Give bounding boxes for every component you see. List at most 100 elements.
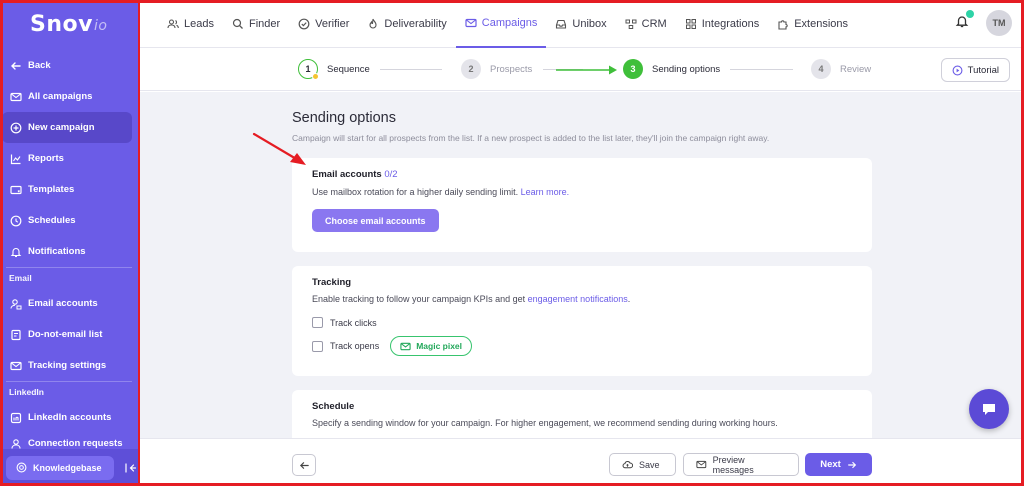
sidebar-item-label: Email accounts <box>28 298 98 309</box>
track-clicks-label: Track clicks <box>330 317 377 328</box>
page-title: Sending options <box>292 110 396 126</box>
topnav-label: Extensions <box>794 17 849 30</box>
sidebar-item-label: New campaign <box>28 122 95 133</box>
collapse-icon <box>124 462 136 473</box>
step-prospects[interactable]: 2 Prospects <box>461 59 532 79</box>
step-sequence[interactable]: 1 Sequence <box>298 59 370 80</box>
topnav-finder[interactable]: Finder <box>223 0 289 48</box>
step-warning-dot <box>312 73 319 80</box>
step-number: 2 <box>461 59 481 79</box>
mail-icon <box>10 92 22 101</box>
block-list-icon <box>11 329 21 340</box>
tracking-description: Enable tracking to follow your campaign … <box>312 294 630 304</box>
step-review[interactable]: 4 Review <box>811 59 871 79</box>
sidebar: Snov io Back All campaigns New campaign R… <box>0 0 140 486</box>
notification-badge <box>966 10 974 18</box>
cloud-icon <box>622 460 633 469</box>
clock-icon <box>10 215 22 226</box>
learn-more-link[interactable]: Learn more. <box>521 187 570 197</box>
step-label: Sequence <box>327 63 370 75</box>
topnav-leads[interactable]: Leads <box>158 0 223 48</box>
sidebar-item-reports[interactable]: Reports <box>2 143 132 174</box>
card-text: Enable tracking to follow your campaign … <box>312 294 526 304</box>
topnav-label: CRM <box>641 17 667 30</box>
email-accounts-title: Email accounts 0/2 <box>312 169 398 180</box>
notifications-button[interactable] <box>955 10 974 33</box>
sidebar-item-email-accounts[interactable]: Email accounts <box>2 288 132 319</box>
puzzle-icon <box>778 19 788 30</box>
save-label: Save <box>639 459 660 470</box>
topnav-extensions[interactable]: Extensions <box>768 0 857 48</box>
bell-icon <box>10 247 22 257</box>
green-arrow-annotation <box>556 65 617 75</box>
sidebar-item-label: LinkedIn accounts <box>28 412 112 423</box>
topnav-verifier[interactable]: Verifier <box>289 0 358 48</box>
email-accounts-count: 0/2 <box>384 169 398 180</box>
logo-text: Snov <box>30 11 93 37</box>
sidebar-item-all-campaigns[interactable]: All campaigns <box>2 81 132 112</box>
step-label: Prospects <box>490 63 533 75</box>
sidebar-item-notifications[interactable]: Notifications <box>2 236 132 267</box>
save-button[interactable]: Save <box>609 453 676 476</box>
check-circle-icon <box>298 18 310 29</box>
email-accounts-description: Use mailbox rotation for a higher daily … <box>312 187 569 197</box>
schedule-title: Schedule <box>312 401 355 412</box>
chat-icon <box>983 404 995 415</box>
sidebar-item-new-campaign[interactable]: New campaign <box>2 112 132 143</box>
track-opens-checkbox[interactable] <box>312 340 323 352</box>
sidebar-item-back[interactable]: Back <box>2 50 132 81</box>
engagement-notifications-link[interactable]: engagement notifications <box>528 294 628 304</box>
sidebar-item-tracking-settings[interactable]: Tracking settings <box>2 350 132 381</box>
sidebar-item-do-not-email[interactable]: Do-not-email list <box>2 319 132 350</box>
search-icon <box>232 18 243 29</box>
sidebar-item-label: Notifications <box>28 246 86 257</box>
leads-icon <box>167 18 179 28</box>
topnav-crm[interactable]: CRM <box>616 0 676 48</box>
accounts-icon <box>10 298 22 309</box>
topnav-label: Integrations <box>701 17 760 30</box>
topnav-label: Campaigns <box>481 16 538 29</box>
sidebar-item-templates[interactable]: Templates <box>2 174 132 205</box>
topnav-unibox[interactable]: Unibox <box>546 0 615 48</box>
preview-messages-button[interactable]: Preview messages <box>683 453 799 476</box>
next-button[interactable]: Next <box>805 453 872 476</box>
topnav-label: Deliverability <box>384 17 447 30</box>
chart-icon <box>10 154 21 164</box>
lifebuoy-icon <box>16 462 27 473</box>
sidebar-item-schedules[interactable]: Schedules <box>2 205 132 236</box>
step-sending-options[interactable]: 3 Sending options <box>623 59 720 79</box>
schedule-description: Specify a sending window for your campai… <box>312 418 778 428</box>
play-icon <box>952 65 963 75</box>
magic-pixel-badge[interactable]: Magic pixel <box>390 336 473 356</box>
tracking-card: Tracking Enable tracking to follow your … <box>292 266 872 376</box>
logo[interactable]: Snov io <box>0 0 138 48</box>
arrow-left-icon <box>299 461 309 469</box>
step-connector <box>380 69 442 70</box>
sidebar-item-label: Schedules <box>28 215 76 226</box>
topnav-deliverability[interactable]: Deliverability <box>358 0 455 48</box>
step-number: 3 <box>623 59 643 79</box>
arrow-right-icon <box>847 461 856 468</box>
tracking-title: Tracking <box>312 277 352 288</box>
back-button[interactable] <box>292 454 316 476</box>
card-text: Use mailbox rotation for a higher daily … <box>312 187 519 197</box>
main-content: Sending options Campaign will start for … <box>140 92 1024 438</box>
topnav-integrations[interactable]: Integrations <box>676 0 768 48</box>
avatar[interactable]: TM <box>986 10 1012 36</box>
topnav-label: Verifier <box>315 17 350 30</box>
knowledgebase-button[interactable]: Knowledgebase <box>6 455 114 480</box>
topnav-label: Unibox <box>572 17 607 30</box>
campaign-stepper: 1 Sequence 2 Prospects 3 Sending options… <box>140 49 1024 91</box>
linkedin-icon <box>10 412 22 423</box>
topnav-campaigns[interactable]: Campaigns <box>455 0 547 48</box>
track-clicks-checkbox[interactable] <box>312 317 323 328</box>
tutorial-button[interactable]: Tutorial <box>940 58 1010 82</box>
chat-button[interactable] <box>969 389 1009 429</box>
grid-icon <box>685 18 696 29</box>
choose-email-accounts-button[interactable]: Choose email accounts <box>312 209 439 232</box>
sidebar-item-linkedin-accounts[interactable]: LinkedIn accounts <box>2 402 132 433</box>
schedule-card: Schedule Specify a sending window for yo… <box>292 390 872 438</box>
sidebar-section-linkedin: LinkedIn <box>9 387 44 397</box>
collapse-sidebar-button[interactable] <box>124 462 136 474</box>
track-opens-row: Track opens Magic pixel <box>312 336 473 356</box>
